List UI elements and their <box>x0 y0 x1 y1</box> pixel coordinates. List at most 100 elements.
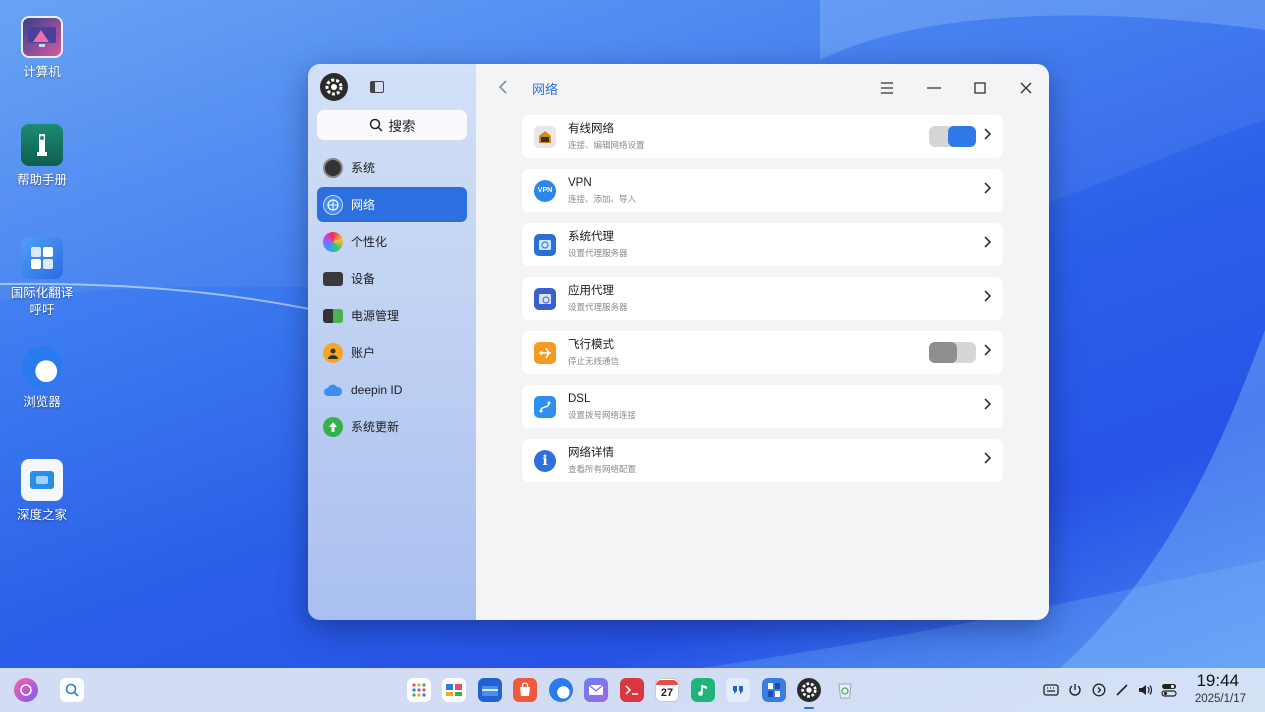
search-icon <box>65 683 79 697</box>
card-title: 应用代理 <box>568 285 614 297</box>
search-placeholder: 搜索 <box>388 119 416 134</box>
network-settings-list: 有线网络 连接、编辑网络设置 VPN VPN 连接、添加、导入 系统代理 设置代… <box>522 115 1003 493</box>
card-title: VPN <box>568 177 592 189</box>
calendar-day: 27 <box>660 686 674 699</box>
mail-icon <box>588 684 604 695</box>
desktop-icon-browser[interactable]: 浏览器 <box>0 346 84 411</box>
taskbar-app-multitask[interactable] <box>442 678 466 702</box>
sidebar-item-network[interactable]: 网络 <box>317 187 467 222</box>
desktop-label: 深度之家 <box>16 508 67 522</box>
desktop-label: 国际化翻译呼吁 <box>10 286 74 317</box>
taskbar-app-mail[interactable] <box>584 678 608 702</box>
taskbar-app-trash[interactable] <box>833 678 857 702</box>
sidebar-item-label: 系统更新 <box>351 420 400 434</box>
toggles-icon <box>1161 684 1177 697</box>
card-subtitle: 连接、编辑网络设置 <box>568 140 645 150</box>
maximize-icon <box>974 82 986 94</box>
app-proxy-icon <box>534 287 556 310</box>
minimize-icon <box>927 87 941 89</box>
card-subtitle: 设置拨号网络连接 <box>568 410 637 420</box>
desktop-icon-computer[interactable]: 计算机 <box>0 16 84 81</box>
taskbar-search-button[interactable] <box>60 678 84 702</box>
sidebar-item-update[interactable]: 系统更新 <box>317 409 467 444</box>
info-icon: i <box>534 449 556 472</box>
clock-date[interactable]: 2025/1/17 <box>1195 693 1246 705</box>
close-button[interactable] <box>1014 76 1038 100</box>
sidebar-item-account[interactable]: 账户 <box>317 335 467 370</box>
taskbar-app-calendar[interactable]: 27 <box>655 678 679 702</box>
minimize-button[interactable] <box>922 76 946 100</box>
card-title: 有线网络 <box>568 123 614 135</box>
maximize-button[interactable] <box>968 76 992 100</box>
desktop-label: 帮助手册 <box>16 173 67 187</box>
desktop-icon-help-manual[interactable]: 帮助手册 <box>0 124 84 189</box>
card-system-proxy[interactable]: 系统代理 设置代理服务器 <box>522 223 1003 266</box>
wired-network-toggle[interactable] <box>929 126 976 147</box>
keyboard-tray-button[interactable] <box>1042 681 1060 699</box>
power-tray-button[interactable] <box>1066 681 1084 699</box>
clock-time[interactable]: 19:44 <box>1196 671 1239 691</box>
pen-icon <box>1116 684 1128 696</box>
menu-button[interactable] <box>875 76 899 100</box>
card-network-details[interactable]: i 网络详情 查看所有网络配置 <box>522 439 1003 482</box>
next-tray-button[interactable] <box>1090 681 1108 699</box>
sidebar-item-label: 设备 <box>351 272 376 286</box>
taskbar-app-control-center[interactable] <box>797 678 821 702</box>
sidebar-item-system[interactable]: 系统 <box>317 150 467 185</box>
translation-icon <box>21 237 63 279</box>
sidebar-item-label: 电源管理 <box>351 309 400 323</box>
launcher-button[interactable] <box>14 678 38 702</box>
network-icon <box>323 194 343 215</box>
taskbar-app-browser[interactable] <box>549 678 573 702</box>
taskbar-app-music[interactable] <box>691 678 715 702</box>
desktop-label: 浏览器 <box>23 395 61 409</box>
main-panel: 网络 有线网络 连接、编辑网络设置 VPN VPN 连接、添加、导入 系统代理 … <box>476 64 1049 620</box>
calculator-icon <box>768 683 780 697</box>
taskbar-app-launcher-grid[interactable] <box>407 678 431 702</box>
card-dsl[interactable]: DSL 设置拨号网络连接 <box>522 385 1003 428</box>
chevron-right-icon <box>984 128 992 143</box>
power-icon <box>1069 684 1081 696</box>
search-input[interactable]: 搜索 <box>317 110 467 140</box>
volume-tray-button[interactable] <box>1137 681 1155 699</box>
sidebar-toggle-icon[interactable] <box>370 81 384 93</box>
chevron-right-icon <box>984 236 992 251</box>
card-wired-network[interactable]: 有线网络 连接、编辑网络设置 <box>522 115 1003 158</box>
taskbar-app-calculator[interactable] <box>762 678 786 702</box>
taskbar-app-file-manager[interactable] <box>478 678 502 702</box>
taskbar-app-store[interactable] <box>513 678 537 702</box>
account-icon <box>323 342 343 363</box>
sidebar: 搜索 系统 网络 个性化 设备 电源管理 账户 deepin ID 系统更新 <box>308 64 476 620</box>
control-center-logo-icon <box>320 73 348 101</box>
card-app-proxy[interactable]: 应用代理 设置代理服务器 <box>522 277 1003 320</box>
back-button[interactable] <box>498 78 508 99</box>
airplane-mode-toggle[interactable] <box>929 342 976 363</box>
music-icon <box>698 685 707 696</box>
store-icon <box>520 682 530 696</box>
sidebar-item-deepin-id[interactable]: deepin ID <box>317 372 467 407</box>
cloud-icon <box>323 380 343 400</box>
desktop-icon-deepin-home[interactable]: 深度之家 <box>0 459 84 524</box>
trash-icon <box>838 683 852 699</box>
chevron-right-icon <box>984 182 992 197</box>
card-airplane-mode[interactable]: 飞行模式 停止无线通信 <box>522 331 1003 374</box>
system-icon <box>323 157 343 178</box>
page-title: 网络 <box>532 82 559 97</box>
sidebar-item-label: 个性化 <box>351 235 388 249</box>
control-tray-button[interactable] <box>1160 681 1178 699</box>
sidebar-item-device[interactable]: 设备 <box>317 261 467 296</box>
pen-tray-button[interactable] <box>1113 681 1131 699</box>
deepin-home-icon <box>21 459 63 501</box>
sidebar-item-personalization[interactable]: 个性化 <box>317 224 467 259</box>
card-subtitle: 设置代理服务器 <box>568 248 628 258</box>
card-vpn[interactable]: VPN VPN 连接、添加、导入 <box>522 169 1003 212</box>
terminal-icon <box>625 685 638 695</box>
airplane-icon <box>534 341 556 364</box>
sidebar-item-power[interactable]: 电源管理 <box>317 298 467 333</box>
taskbar-app-terminal[interactable] <box>620 678 644 702</box>
desktop-icon-translation[interactable]: 国际化翻译呼吁 <box>0 237 84 319</box>
sidebar-item-label: 账户 <box>351 346 376 360</box>
taskbar-app-chat[interactable] <box>726 678 750 702</box>
card-title: 系统代理 <box>568 231 614 243</box>
card-title: DSL <box>568 393 591 405</box>
